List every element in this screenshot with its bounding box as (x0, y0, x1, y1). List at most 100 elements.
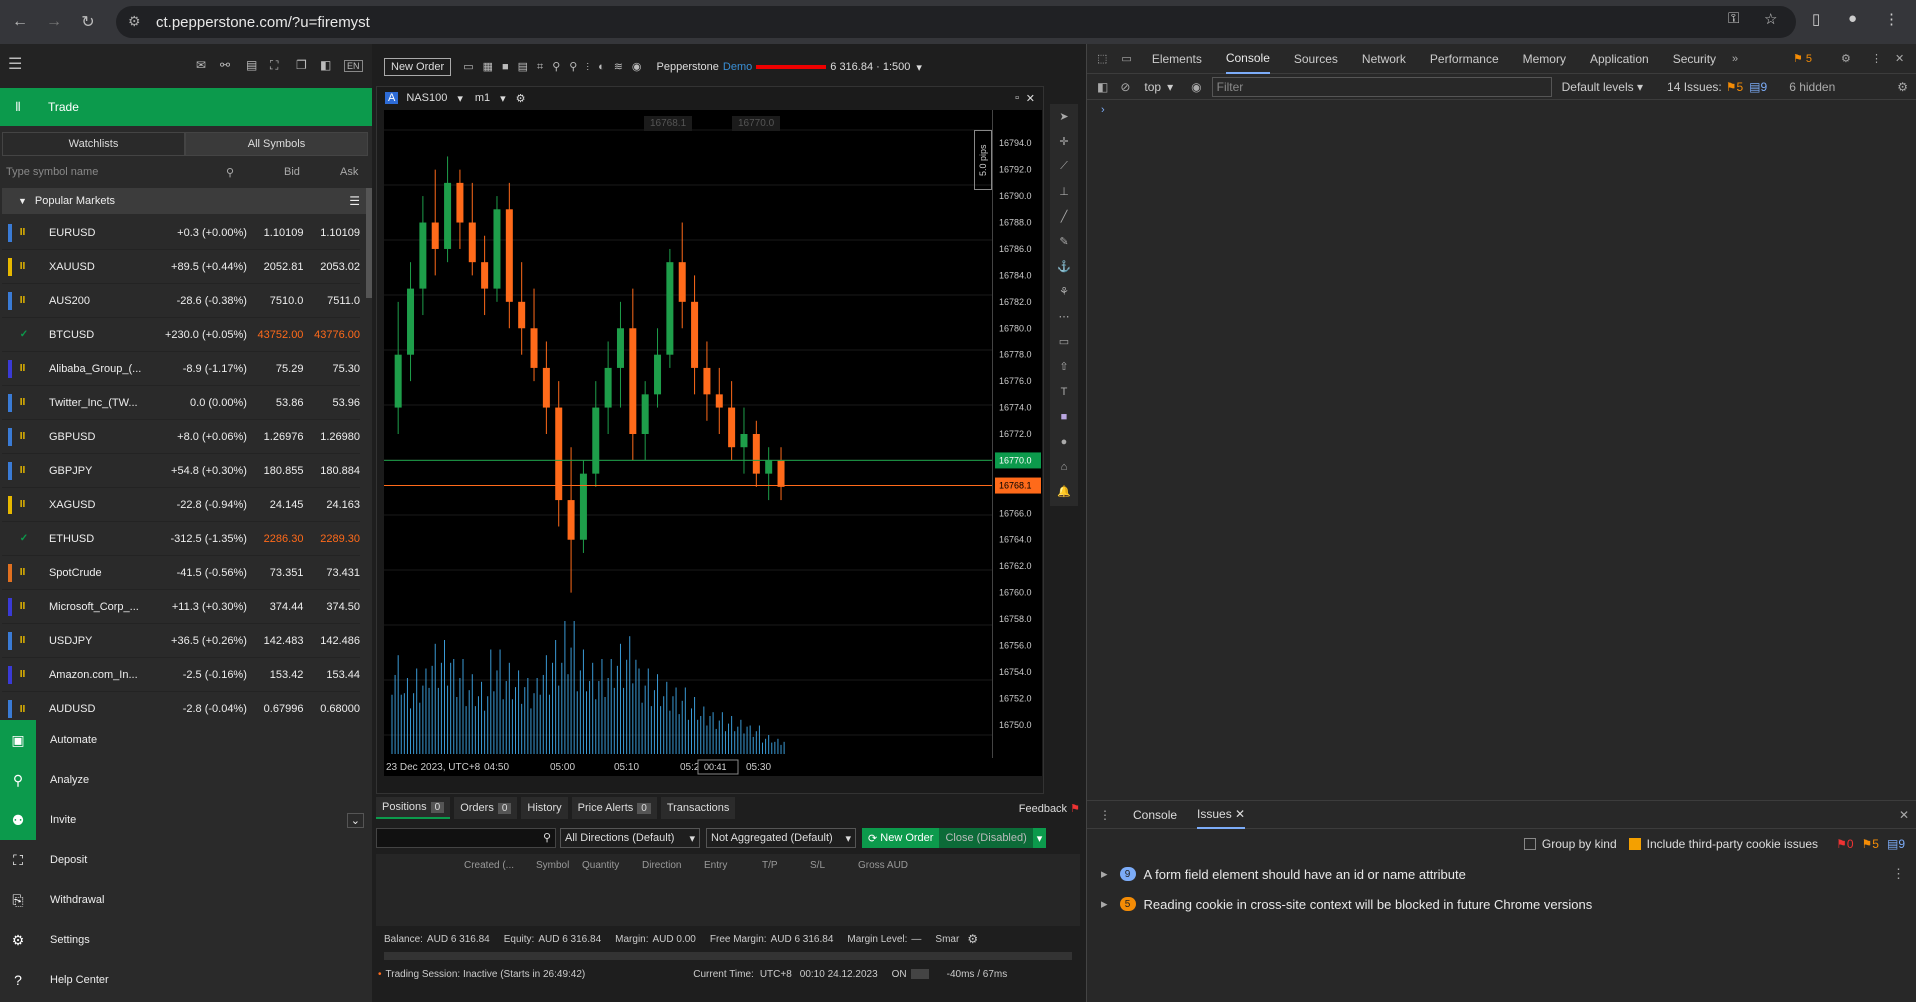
chart-settings-icon[interactable]: ⚙ (516, 92, 526, 105)
tab-transactions[interactable]: Transactions (660, 797, 736, 819)
menu-icon[interactable]: ⋮ (1884, 10, 1899, 28)
reload-icon[interactable]: ↻ (74, 8, 102, 36)
symbol-ask[interactable]: 43776.00 (303, 329, 360, 341)
layout-icon[interactable]: ◧ (320, 58, 331, 72)
new-order-bottom-button[interactable]: ⟳ New Order (862, 828, 940, 848)
watchlist-row[interactable]: II Amazon.com_In... -2.5 (-0.16%) 153.42 153… (2, 658, 360, 692)
drawing-tool-icon[interactable]: ⋯ (1050, 304, 1078, 329)
hamburger-icon[interactable]: ☰ (8, 54, 22, 74)
star-icon[interactable]: ☆ (1764, 10, 1777, 28)
devtools-tab-performance[interactable]: Performance (1430, 44, 1499, 74)
drawer-menu-icon[interactable]: ⋮ (1099, 808, 1111, 822)
expand-arrow-icon[interactable]: ▸ (1101, 866, 1108, 882)
console-settings-icon[interactable]: ⚙ (1897, 80, 1908, 94)
column-header[interactable]: Gross AUD (858, 860, 918, 871)
symbol-bid[interactable]: 180.855 (247, 465, 304, 477)
profile-icon[interactable]: ● (1848, 10, 1857, 27)
column-header[interactable]: S/L (810, 860, 858, 871)
devtools-tab-console[interactable]: Console (1225, 44, 1270, 74)
account-chevron-icon[interactable]: ▾ (916, 61, 922, 74)
column-header[interactable]: Symbol (536, 860, 582, 871)
symbol-search-input[interactable]: Type symbol name (6, 166, 98, 178)
pause-icon[interactable]: II (20, 635, 33, 646)
symbol-bid[interactable]: 142.483 (247, 635, 304, 647)
issues-count[interactable]: 14 Issues: (1667, 80, 1722, 94)
symbol-bid[interactable]: 153.42 (247, 669, 304, 681)
chart-plot[interactable]: 16768.1 16770.0 5.0 pips (384, 110, 992, 758)
symbol-ask[interactable]: 374.50 (303, 601, 360, 613)
watchlist-row[interactable]: II GBPJPY +54.8 (+0.30%) 180.855 180.884 (2, 454, 360, 488)
devtools-tab-application[interactable]: Application (1590, 44, 1649, 74)
watchlist-row[interactable]: II SpotCrude -41.5 (-0.56%) 73.351 73.431 (2, 556, 360, 590)
symbol-bid[interactable]: 1.26976 (247, 431, 304, 443)
symbol-ask[interactable]: 0.68000 (303, 703, 360, 715)
price-axis[interactable]: 16794.0 16792.0 16790.0 16788.0 16786.0 16784… (992, 110, 1042, 758)
timeframe-chevron-icon[interactable]: ▾ (500, 92, 506, 105)
direction-select[interactable]: All Directions (Default) ▾ (560, 828, 700, 848)
column-header[interactable]: Direction (642, 860, 704, 871)
eye-icon[interactable]: ◉ (1191, 80, 1201, 94)
drawing-tool-icon[interactable]: ■ (1050, 404, 1078, 429)
drawing-tool-icon[interactable]: ✛ (1050, 129, 1078, 154)
close-devtools-icon[interactable]: ✕ (1895, 52, 1904, 65)
watchlist-row[interactable]: II AUS200 -28.6 (-0.38%) 7510.0 7511.0 (2, 284, 360, 318)
column-header[interactable]: Quantity (582, 860, 642, 871)
symbol-bid[interactable]: 2052.81 (247, 261, 304, 273)
time-axis[interactable]: 23 Dec 2023, UTC+8 04:50 05:00 05:10 05:20 05… (384, 758, 1042, 776)
devtools-tab-network[interactable]: Network (1362, 44, 1406, 74)
pause-icon[interactable]: II (20, 261, 33, 272)
column-header[interactable]: T/P (762, 860, 810, 871)
horizontal-scrollbar[interactable] (384, 952, 1072, 960)
calc-icon[interactable]: ▤ (246, 58, 257, 72)
symbol-ask[interactable]: 153.44 (303, 669, 360, 681)
symbol-ask[interactable]: 73.431 (303, 567, 360, 579)
pause-icon[interactable]: II (20, 227, 33, 238)
check-icon[interactable]: ✓ (20, 329, 33, 340)
symbol-ask[interactable]: 53.96 (303, 397, 360, 409)
third-party-checkbox[interactable] (1628, 838, 1641, 850)
pause-icon[interactable]: II (20, 295, 33, 306)
fullscreen-icon[interactable]: ⛶ (270, 58, 278, 73)
devtools-tab-elements[interactable]: Elements (1152, 44, 1202, 74)
watchlist-row[interactable]: II Alibaba_Group_(... -8.9 (-1.17%) 75.29 75… (2, 352, 360, 386)
watchlist-row[interactable]: II Twitter_Inc_(TW... 0.0 (0.00%) 53.86 53.9… (2, 386, 360, 420)
key-icon[interactable]: ⚿ (1728, 10, 1739, 27)
positions-search-input[interactable]: ⚲ (376, 828, 556, 848)
symbol-bid[interactable]: 1.10109 (247, 227, 304, 239)
symbol-chevron-icon[interactable]: ▾ (457, 92, 463, 105)
tab-history[interactable]: History (521, 797, 568, 819)
back-icon[interactable]: ← (6, 8, 34, 36)
pause-icon[interactable]: II (20, 499, 33, 510)
devtools-tab-security[interactable]: Security (1673, 44, 1716, 74)
drawing-tool-icon[interactable]: ⇧ (1050, 354, 1078, 379)
symbol-bid[interactable]: 24.145 (247, 499, 304, 511)
pause-icon[interactable]: II (20, 363, 33, 374)
watchlist-row[interactable]: ✓ BTCUSD +230.0 (+0.05%) 43752.00 43776.00 (2, 318, 360, 352)
quickbuy-right[interactable]: 16770.0 (732, 116, 781, 131)
drawing-tool-icon[interactable]: ⚘ (1050, 279, 1078, 304)
pause-icon[interactable]: II (20, 397, 33, 408)
kebab-icon[interactable]: ⋮ (1871, 52, 1882, 65)
list-icon[interactable]: ☰ (349, 194, 360, 208)
symbol-bid[interactable]: 43752.00 (247, 329, 304, 341)
nav-help-center[interactable]: ? Help Center (0, 960, 372, 1000)
device-icon[interactable]: ▭ (1121, 52, 1131, 65)
pause-icon[interactable]: II (20, 704, 33, 715)
tab-price-alerts[interactable]: Price Alerts 0 (571, 797, 657, 819)
filter-input[interactable]: Filter (1211, 76, 1552, 97)
symbol-ask[interactable]: 2053.02 (303, 261, 360, 273)
close-drawer-icon[interactable]: ✕ (1899, 808, 1909, 822)
symbol-ask[interactable]: 142.486 (303, 635, 360, 647)
drawing-tool-icon[interactable]: ⚓ (1050, 254, 1078, 279)
devtools-tab-sources[interactable]: Sources (1294, 44, 1338, 74)
popular-markets-header[interactable]: ▼ Popular Markets ☰ (2, 188, 366, 214)
pause-icon[interactable]: II (20, 567, 33, 578)
nav-withdrawal[interactable]: ⎘ Withdrawal (0, 880, 372, 920)
symbol-bid[interactable]: 7510.0 (247, 295, 304, 307)
issues-warn-icon[interactable]: ⚑ 5 (1793, 52, 1812, 65)
pause-icon[interactable]: II (20, 431, 33, 442)
drawing-tool-icon[interactable]: ⟋ (1050, 154, 1078, 179)
drawing-tool-icon[interactable]: ╱ (1050, 204, 1078, 229)
clear-icon[interactable]: ⊘ (1120, 80, 1130, 94)
symbol-bid[interactable]: 2286.30 (247, 533, 304, 545)
